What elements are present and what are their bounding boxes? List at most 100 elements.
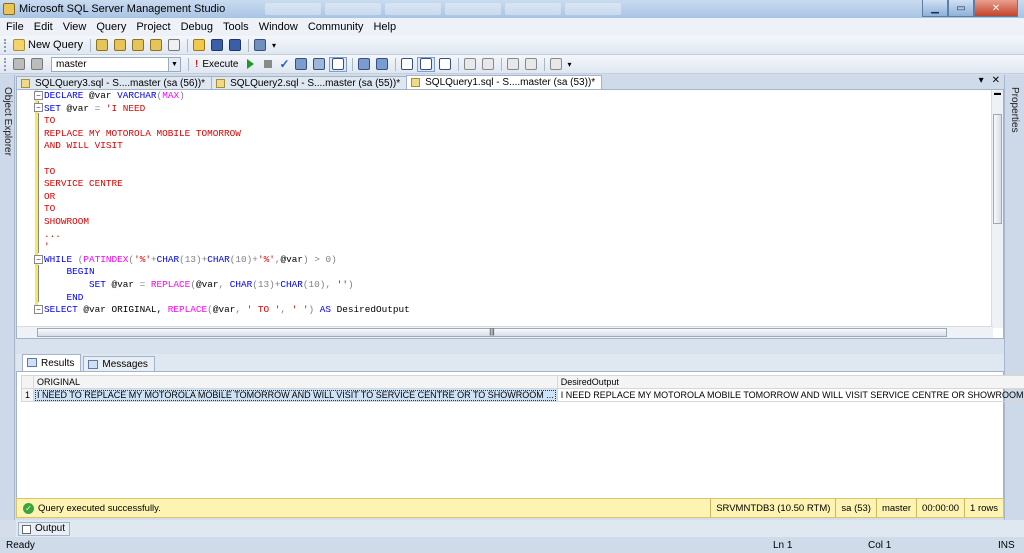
increase-indent-button[interactable] — [523, 57, 539, 72]
code-line[interactable]: ' — [44, 241, 410, 254]
minimize-button[interactable]: ▁ — [922, 0, 948, 17]
results-to-button[interactable] — [328, 56, 347, 72]
code-token: ' — [44, 241, 50, 253]
code-line[interactable]: ... — [44, 229, 410, 242]
object-explorer-collapsed-panel[interactable]: Object Explorer — [0, 75, 15, 520]
outline-collapse-icon[interactable]: − — [34, 103, 43, 112]
menu-project[interactable]: Project — [136, 21, 170, 33]
code-line[interactable]: TO — [44, 115, 410, 128]
menu-debug[interactable]: Debug — [181, 21, 213, 33]
tab-list-dropdown-icon[interactable]: ▾ — [979, 75, 984, 86]
available-databases-select[interactable]: master ▼ — [51, 56, 181, 72]
results-to-grid-button[interactable] — [416, 56, 435, 72]
decrease-indent-button[interactable] — [505, 57, 521, 72]
cell-desiredoutput[interactable]: I NEED REPLACE MY MOTOROLA MOBILE TOMORR… — [556, 388, 1024, 402]
close-button[interactable]: ✕ — [974, 0, 1018, 17]
code-line[interactable]: TO — [44, 203, 410, 216]
specify-template-values-button[interactable] — [548, 57, 564, 72]
activity-monitor-button[interactable] — [252, 38, 268, 53]
include-actual-plan-button[interactable] — [356, 57, 372, 72]
tab-output[interactable]: Output — [18, 521, 71, 536]
sql-code[interactable]: DECLARE @var VARCHAR(MAX) SET @var = 'I N… — [44, 90, 410, 317]
code-token: CHAR — [207, 253, 230, 265]
display-estimated-plan-button[interactable] — [293, 57, 309, 72]
code-line[interactable]: SET @var = 'I NEED — [44, 103, 410, 116]
menu-window[interactable]: Window — [259, 21, 298, 33]
code-line[interactable]: REPLACE MY MOTOROLA MOBILE TOMORROW — [44, 128, 410, 141]
uncomment-button[interactable] — [480, 57, 496, 72]
code-line[interactable]: END — [44, 292, 410, 305]
row-number[interactable]: 1 — [20, 388, 35, 402]
row-header-corner[interactable] — [20, 375, 35, 389]
code-line[interactable]: SET @var = REPLACE(@var, CHAR(13)+CHAR(1… — [44, 279, 410, 292]
code-line[interactable]: SERVICE CENTRE — [44, 178, 410, 191]
split-handle-icon[interactable]: ▬ — [992, 90, 1003, 98]
cancel-execution-icon[interactable] — [264, 60, 273, 68]
code-line[interactable]: DECLARE @var VARCHAR(MAX) — [44, 90, 410, 103]
code-line[interactable]: AND WILL VISIT — [44, 140, 410, 153]
debug-play-icon[interactable] — [247, 59, 255, 69]
maximize-button[interactable]: ▭ — [948, 0, 974, 17]
code-line[interactable] — [44, 153, 410, 166]
code-line[interactable]: SELECT @var ORIGINAL, REPLACE(@var, ' TO… — [44, 304, 410, 317]
change-connection-button[interactable] — [29, 57, 45, 72]
editor-vertical-scrollbar[interactable]: ▬ — [991, 90, 1003, 328]
open-file-button[interactable] — [191, 38, 207, 53]
results-to-file-button[interactable] — [437, 57, 453, 72]
code-token: REPLACE — [145, 278, 191, 290]
taskbar-ghost-tabs — [265, 3, 622, 15]
properties-label[interactable]: Properties — [1009, 87, 1020, 133]
toolbar-options-button[interactable]: ▾ — [566, 57, 574, 72]
code-line[interactable]: TO — [44, 166, 410, 179]
scrollbar-thumb[interactable]: ||| — [37, 328, 947, 337]
tab-sqlquery3[interactable]: SQLQuery3.sql - S....master (sa (56))* — [16, 76, 213, 89]
close-tab-icon[interactable]: ✕ — [992, 75, 1000, 86]
outline-collapse-icon[interactable]: − — [34, 255, 43, 264]
analysis-query-button[interactable] — [112, 38, 128, 53]
scrollbar-thumb[interactable] — [993, 114, 1002, 224]
column-header-desiredoutput[interactable]: DesiredOutput — [556, 375, 1024, 389]
database-engine-query-button[interactable] — [94, 38, 110, 53]
xmla-query-button[interactable] — [148, 38, 164, 53]
menu-help[interactable]: Help — [373, 21, 396, 33]
tab-results[interactable]: Results — [22, 354, 82, 371]
execute-button[interactable]: ! Execute — [195, 59, 238, 70]
editor-results-splitter[interactable] — [16, 339, 1004, 354]
query-designer-button[interactable] — [311, 57, 327, 72]
sqlce-query-button[interactable] — [166, 38, 182, 53]
connect-button[interactable] — [11, 57, 27, 72]
dmx-query-button[interactable] — [130, 38, 146, 53]
column-header-original[interactable]: ORIGINAL — [33, 375, 558, 389]
results-to-text-button[interactable] — [399, 57, 415, 72]
menu-query[interactable]: Query — [96, 21, 126, 33]
properties-collapsed-panel[interactable]: Properties — [1004, 75, 1024, 520]
toolbar-grip[interactable] — [4, 38, 7, 52]
comment-button[interactable] — [462, 57, 478, 72]
save-all-button[interactable] — [227, 38, 243, 53]
toolbar-grip[interactable] — [4, 57, 7, 71]
toolbar-options-button[interactable]: ▾ — [270, 38, 278, 53]
save-button[interactable] — [209, 38, 225, 53]
code-line[interactable]: OR — [44, 191, 410, 204]
editor-horizontal-scrollbar[interactable]: ||| — [17, 326, 993, 338]
new-query-button[interactable]: New Query — [11, 38, 85, 53]
code-line[interactable]: WHILE (PATINDEX('%'+CHAR(13)+CHAR(10)+'%… — [44, 254, 410, 267]
object-explorer-label[interactable]: Object Explorer — [2, 87, 13, 156]
menu-view[interactable]: View — [63, 21, 87, 33]
menu-community[interactable]: Community — [308, 21, 364, 33]
outline-collapse-icon[interactable]: − — [34, 305, 43, 314]
menu-tools[interactable]: Tools — [223, 21, 249, 33]
code-line[interactable]: SHOWROOM — [44, 216, 410, 229]
parse-check-icon[interactable]: ✓ — [279, 57, 289, 71]
tab-sqlquery1[interactable]: SQLQuery1.sql - S....master (sa (53))* — [406, 75, 603, 89]
query-editor[interactable]: − − − − DECLARE @var VARCHAR(MAX) SET @va… — [16, 89, 1004, 339]
tab-messages[interactable]: Messages — [83, 356, 155, 371]
cell-original[interactable]: I NEED TO REPLACE MY MOTOROLA MOBILE TOM… — [33, 388, 558, 402]
menu-file[interactable]: File — [6, 21, 24, 33]
tab-sqlquery2[interactable]: SQLQuery2.sql - S....master (sa (55))* — [211, 76, 408, 89]
code-token: TO — [44, 203, 56, 215]
outline-collapse-icon[interactable]: − — [34, 91, 43, 100]
code-line[interactable]: BEGIN — [44, 266, 410, 279]
client-statistics-button[interactable] — [374, 57, 390, 72]
menu-edit[interactable]: Edit — [34, 21, 53, 33]
